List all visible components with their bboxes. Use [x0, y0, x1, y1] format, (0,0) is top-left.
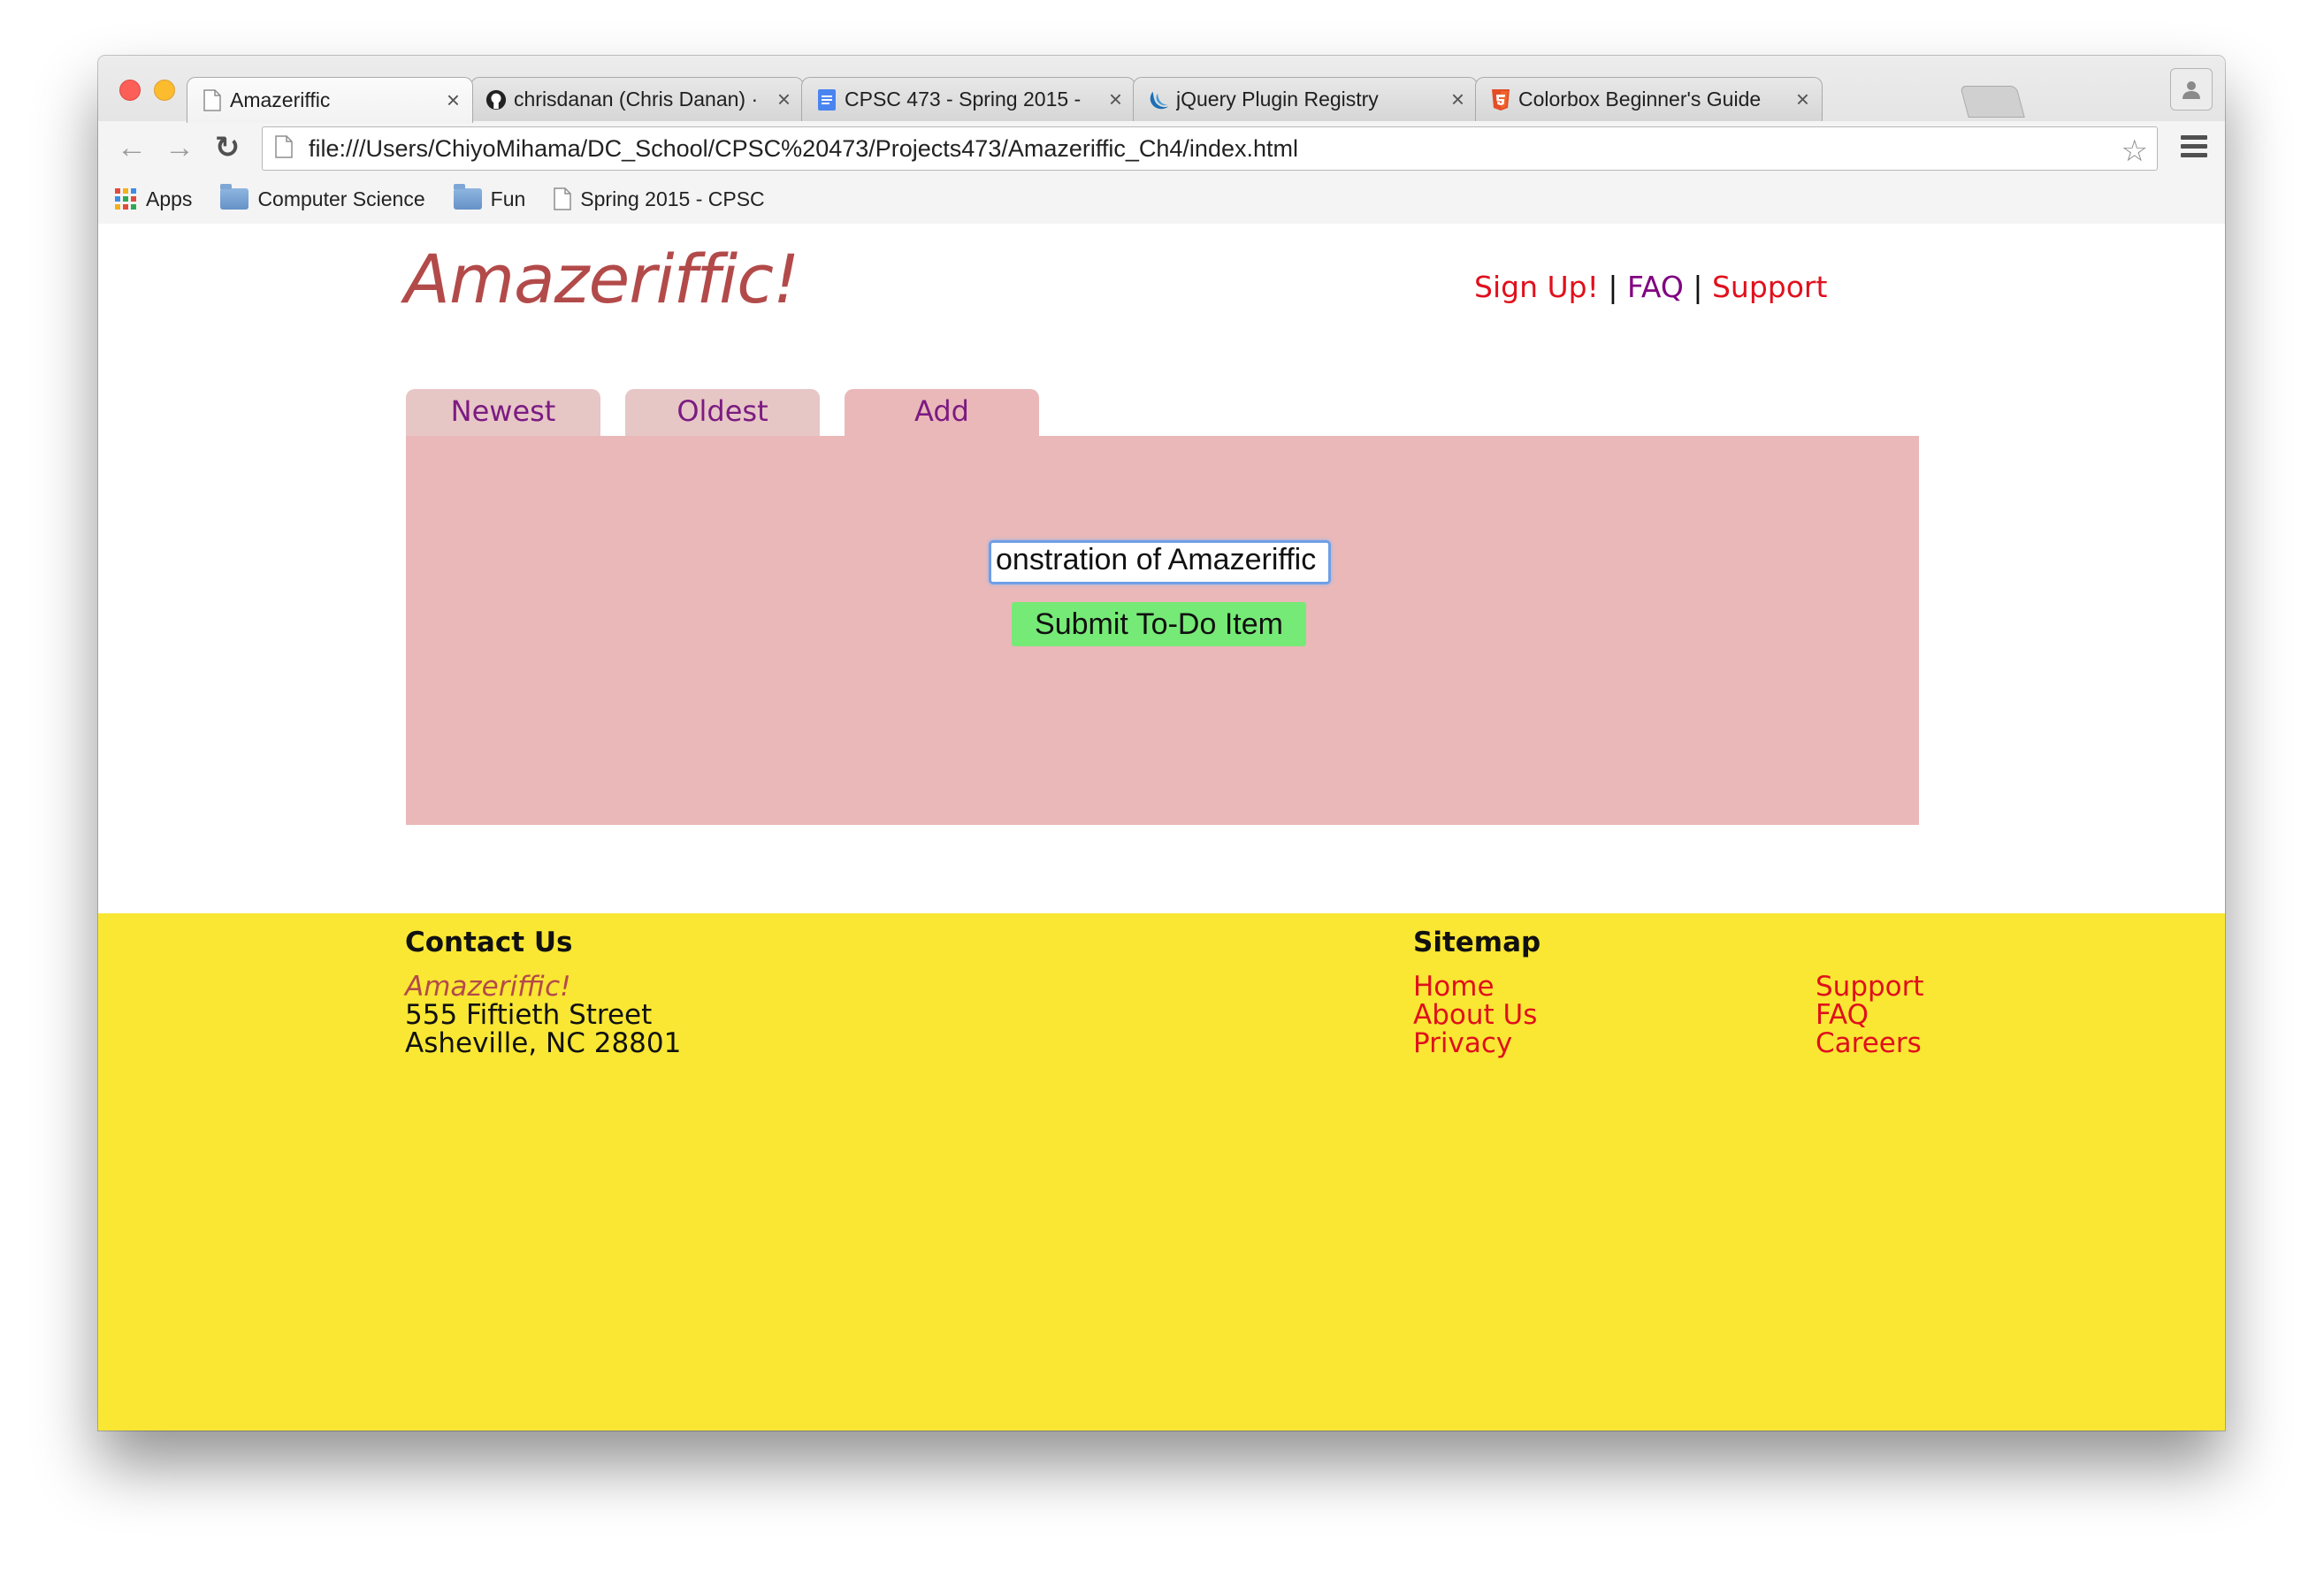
footer: Contact Us Amazeriffic! 555 Fiftieth Str… — [98, 913, 2225, 1431]
back-button[interactable]: ← — [114, 130, 149, 165]
todo-input[interactable]: onstration of Amazeriffic — [989, 540, 1331, 584]
tab-title: Amazeriffic — [230, 88, 331, 111]
contact-heading: Contact Us — [405, 927, 573, 958]
contact-brand: Amazeriffic! — [405, 971, 571, 1003]
bookmark-label: Apps — [146, 187, 193, 210]
tab-close-icon[interactable]: × — [447, 87, 460, 114]
window-minimize-button[interactable] — [154, 80, 175, 101]
browser-tab-amazeriffic[interactable]: Amazeriffic × — [187, 77, 473, 123]
bookmark-label: Fun — [490, 187, 526, 210]
footer-link-privacy[interactable]: Privacy — [1413, 1029, 1512, 1057]
browser-tab-cpsc473[interactable]: CPSC 473 - Spring 2015 - × — [801, 77, 1135, 121]
tab-newest[interactable]: Newest — [406, 389, 600, 438]
browser-tab-colorbox[interactable]: Colorbox Beginner's Guide × — [1475, 77, 1823, 121]
contact-street: 555 Fiftieth Street — [405, 999, 653, 1031]
footer-link-home[interactable]: Home — [1413, 973, 1495, 1001]
browser-tab-jquery[interactable]: jQuery Plugin Registry × — [1133, 77, 1478, 121]
web-page: Amazeriffic! Sign Up! | FAQ | Support Ne… — [98, 224, 2225, 1431]
sitemap-heading: Sitemap — [1413, 927, 1541, 958]
chrome-menu-icon[interactable] — [2181, 135, 2207, 162]
support-link[interactable]: Support — [1712, 270, 1827, 304]
bookmark-star-icon[interactable]: ☆ — [2121, 134, 2148, 169]
bookmark-apps[interactable]: Apps — [114, 187, 192, 211]
window-close-button[interactable] — [119, 80, 141, 101]
folder-icon — [220, 184, 249, 210]
tab-close-icon[interactable]: × — [1451, 86, 1464, 113]
tab-close-icon[interactable]: × — [1109, 86, 1122, 113]
page-icon — [202, 89, 223, 112]
reload-button[interactable]: ↻ — [210, 130, 245, 165]
bookmarks-bar: Apps Computer Science Fun Spring 2015 - … — [98, 174, 2225, 224]
submit-todo-button[interactable]: Submit To-Do Item — [1012, 602, 1306, 646]
bookmark-label: Spring 2015 - CPSC — [580, 187, 765, 210]
browser-toolbar: ← → ↻ file:///Users/ChiyoMihama/DC_Schoo… — [98, 121, 2225, 174]
tab-title: Colorbox Beginner's Guide — [1518, 88, 1762, 111]
browser-chrome: Amazeriffic × chrisdanan (Chris Danan) ·… — [98, 56, 2225, 224]
signup-link[interactable]: Sign Up! — [1474, 270, 1599, 304]
tab-content-panel: onstration of Amazeriffic Submit To-Do I… — [406, 436, 1919, 825]
faq-link[interactable]: FAQ — [1627, 270, 1684, 304]
footer-link-about-us[interactable]: About Us — [1413, 1001, 1537, 1029]
tab-close-icon[interactable]: × — [1796, 86, 1809, 113]
new-tab-button[interactable] — [1960, 86, 2025, 118]
bookmark-fun[interactable]: Fun — [453, 184, 526, 211]
nav-separator: | — [1693, 270, 1703, 304]
tab-close-icon[interactable]: × — [777, 86, 791, 113]
profile-button[interactable] — [2170, 68, 2213, 111]
apps-grid-icon — [114, 187, 137, 210]
bookmark-computer-science[interactable]: Computer Science — [220, 184, 425, 211]
tab-strip: Amazeriffic × chrisdanan (Chris Danan) ·… — [98, 56, 2225, 123]
nav-separator: | — [1608, 270, 1618, 304]
footer-link-faq[interactable]: FAQ — [1816, 1001, 1869, 1029]
bookmark-spring-2015[interactable]: Spring 2015 - CPSC — [554, 187, 765, 211]
page-icon — [275, 134, 293, 163]
contact-city: Asheville, NC 28801 — [405, 1027, 682, 1059]
github-icon — [485, 88, 507, 111]
tab-title: chrisdanan (Chris Danan) · — [514, 88, 759, 111]
forward-button[interactable]: → — [162, 130, 197, 165]
browser-tab-github[interactable]: chrisdanan (Chris Danan) · × — [470, 77, 804, 121]
tab-title: CPSC 473 - Spring 2015 - — [845, 88, 1082, 111]
footer-link-support[interactable]: Support — [1816, 973, 1924, 1001]
address-bar[interactable]: file:///Users/ChiyoMihama/DC_School/CPSC… — [262, 126, 2158, 171]
top-nav: Sign Up! | FAQ | Support — [1474, 270, 1827, 304]
footer-link-careers[interactable]: Careers — [1816, 1029, 1922, 1057]
html5-icon — [1490, 88, 1511, 111]
docs-icon — [816, 88, 837, 111]
tab-title: jQuery Plugin Registry — [1176, 88, 1379, 111]
jquery-icon — [1148, 88, 1169, 111]
page-icon — [554, 187, 572, 210]
tab-oldest[interactable]: Oldest — [625, 389, 820, 438]
back-arrow-icon: ← — [117, 130, 147, 164]
tab-add[interactable]: Add — [845, 389, 1039, 438]
bookmark-label: Computer Science — [257, 187, 425, 210]
url-text: file:///Users/ChiyoMihama/DC_School/CPSC… — [309, 134, 1298, 162]
site-logo: Amazeriffic! — [404, 240, 799, 318]
reload-icon: ↻ — [214, 131, 241, 164]
forward-arrow-icon: → — [164, 130, 195, 164]
browser-window: Amazeriffic × chrisdanan (Chris Danan) ·… — [98, 56, 2225, 1431]
folder-icon — [453, 184, 482, 210]
person-icon — [2183, 81, 2200, 99]
